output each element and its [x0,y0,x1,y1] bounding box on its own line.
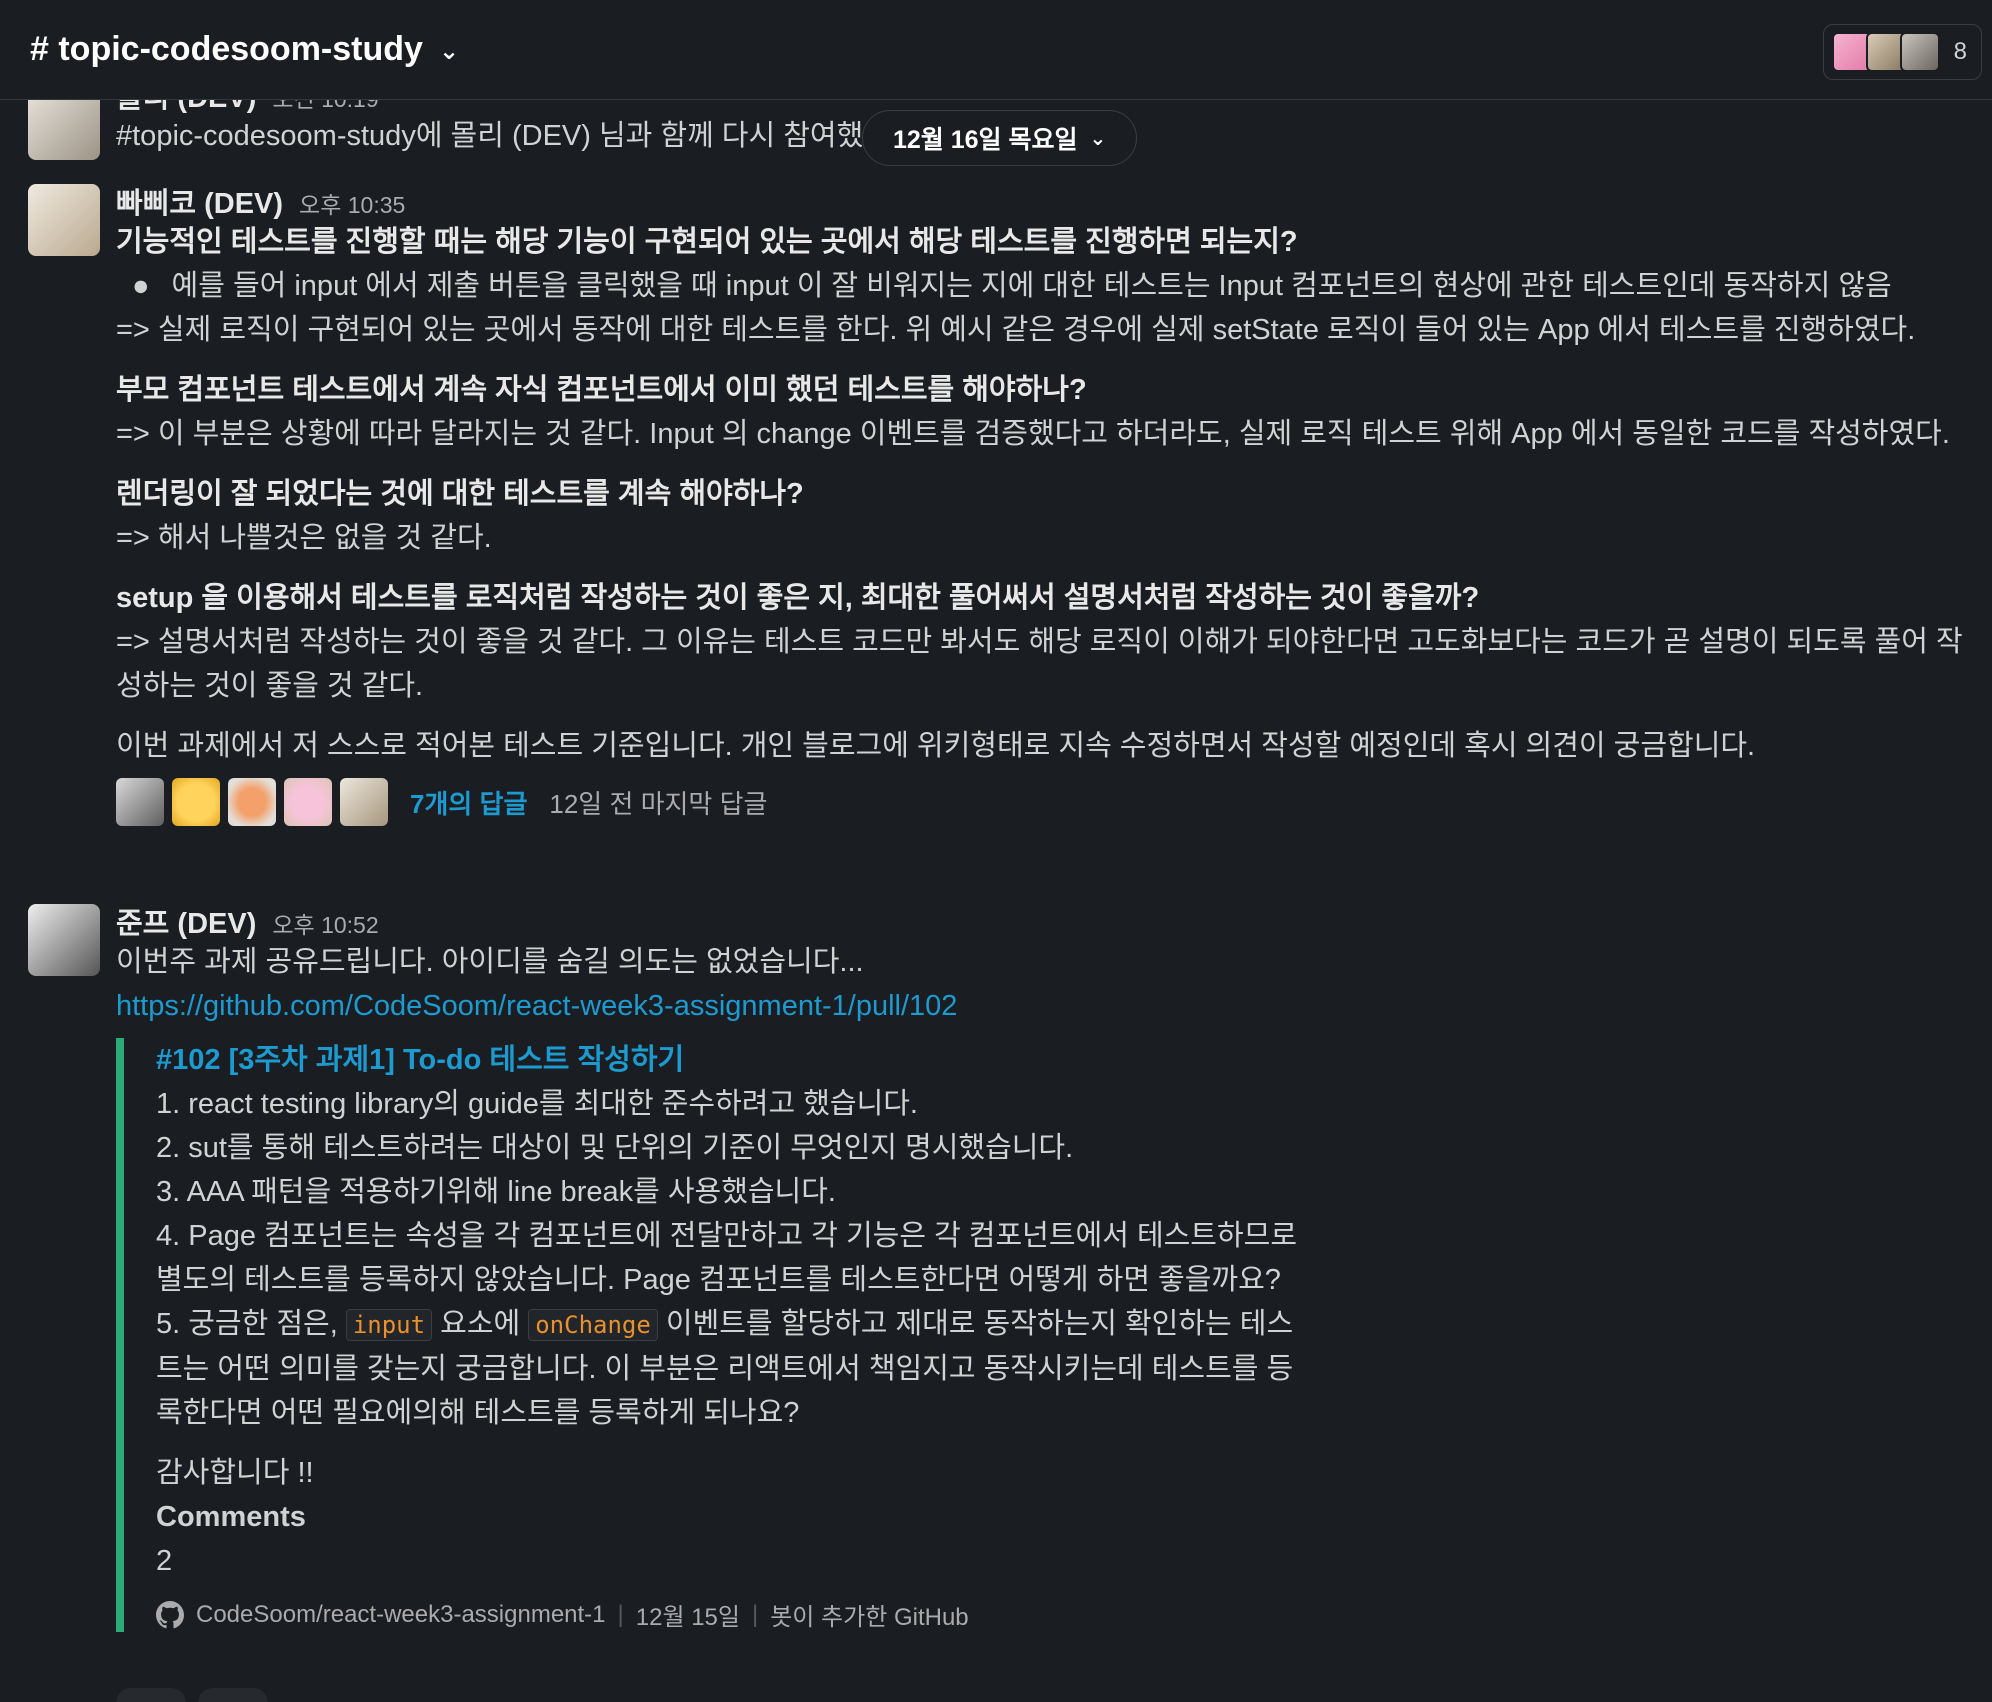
unfurl-comments-count: 2 [156,1545,173,1577]
unfurl-added-by: 봇이 추가한 GitHub [770,1604,969,1631]
reaction-button[interactable] [116,1688,186,1702]
sender-name[interactable]: 빠삐코 (DEV) [116,180,283,222]
unfurl-item-4: 4. Page 컴포넌트는 속성을 각 컴포넌트에 전달만하고 각 기능은 각 … [156,1220,1298,1296]
inline-code-input: input [345,1309,433,1341]
link-unfurl: #102 [3주차 과제1] To-do 테스트 작성하기 1. react t… [116,1038,1311,1632]
reply-avatar-food [228,778,276,826]
inline-code-onchange: onChange [528,1309,658,1341]
reply-avatar-thinking-emoji [172,778,220,826]
reply-avatar-pink-character [284,778,332,826]
question-4: setup 을 이용해서 테스트를 로직처럼 작성하는 것이 좋은 지, 최대한… [116,582,1480,614]
unfurl-repo[interactable]: CodeSoom/react-week3-assignment-1 [196,1601,606,1629]
avatar[interactable] [28,184,100,256]
unfurl-title-link[interactable]: #102 [3주차 과제1] To-do 테스트 작성하기 [156,1038,1311,1082]
date-divider-button[interactable]: 12월 16일 목요일 ⌄ [862,110,1138,166]
unfurl-item-2: 2. sut를 통해 테스트하려는 대상이 및 단위의 기준이 무엇인지 명시했… [156,1132,1074,1164]
bullet-text: 예를 들어 input 에서 제출 버튼을 클릭했을 때 input 이 잘 비… [171,270,1892,302]
bullet-item: ● 예를 들어 input 에서 제출 버튼을 클릭했을 때 input 이 잘… [116,264,1972,308]
member-avatars [1831,32,1940,72]
reaction-button[interactable] [198,1688,268,1702]
message-text: #topic-codesoom-study에 몰리 (DEV) 님과 함께 다시… [116,120,876,152]
channel-name: # topic-codesoom-study [30,30,423,68]
channel-name-button[interactable]: # topic-codesoom-study ⌄ [30,30,459,69]
github-icon [156,1600,184,1628]
sender-name[interactable]: 준프 (DEV) [116,900,256,942]
message-time[interactable]: 오후 10:35 [299,186,405,220]
answer-4: => 설명서처럼 작성하는 것이 좋을 것 같다. 그 이유는 테스트 코드만 … [116,626,1963,702]
separator: | [617,1600,624,1628]
chevron-down-icon: ⌄ [1089,127,1107,150]
unfurl-item-3: 3. AAA 패턴을 적용하기위해 line break를 사용했습니다. [156,1176,836,1208]
separator: | [751,1600,759,1628]
answer-1: => 실제 로직이 구현되어 있는 곳에서 동작에 대한 테스트를 한다. 위 … [116,314,1916,346]
unfurl-comments-label: Comments [156,1501,306,1533]
item5-prefix: 5. 궁금한 점은, [156,1308,346,1340]
question-1: 기능적인 테스트를 진행할 때는 해당 기능이 구현되어 있는 곳에서 해당 테… [116,226,1298,258]
thread-replies[interactable]: 7개의 답글 12일 전 마지막 답글 [116,778,1972,826]
question-2: 부모 컴포넌트 테스트에서 계속 자식 컴포넌트에서 이미 했던 테스트를 해야… [116,374,1087,406]
answer-3: => 해서 나쁠것은 없을 것 같다. [116,522,492,554]
answer-2: => 이 부분은 상황에 따라 달라지는 것 같다. Input 의 chang… [116,418,1950,450]
reply-count-link[interactable]: 7개의 답글 [410,784,527,821]
reply-avatar-cat [340,778,388,826]
github-pr-link[interactable]: https://github.com/CodeSoom/react-week3-… [116,984,1972,1028]
closing-text: 이번 과제에서 저 스스로 적어본 테스트 기준입니다. 개인 블로그에 위키형… [116,730,1756,762]
unfurl-thanks: 감사합니다 !! [156,1457,314,1489]
avatar[interactable] [28,904,100,976]
chevron-down-icon: ⌄ [438,38,460,65]
bullet-dot: ● [132,270,150,302]
date-divider-label: 12월 16일 목요일 [893,126,1078,154]
member-count: 8 [1953,38,1967,65]
item5-middle: 요소에 [432,1308,529,1340]
last-reply-time: 12일 전 마지막 답글 [549,788,768,819]
channel-header: # topic-codesoom-study ⌄ 8 [0,0,1992,100]
message-text: 이번주 과제 공유드립니다. 아이디를 숨길 의도는 없었습니다... [116,946,864,978]
unfurl-item-1: 1. react testing library의 guide를 최대한 준수하… [156,1088,918,1120]
unfurl-footer: CodeSoom/react-week3-assignment-1 | 12월 … [156,1597,1311,1632]
unfurl-item-5: 5. 궁금한 점은, input 요소에 onChange 이벤트를 할당하고 … [156,1302,1316,1435]
unfurl-date: 12월 15일 [635,1604,740,1631]
question-3: 렌더링이 잘 되었다는 것에 대한 테스트를 계속 해야하나? [116,478,804,510]
member-avatar [1899,32,1940,72]
reactions-row [116,1688,268,1702]
message-time[interactable]: 오후 10:52 [272,906,378,940]
reply-avatar-person [116,778,164,826]
members-button[interactable]: 8 [1822,24,1982,80]
